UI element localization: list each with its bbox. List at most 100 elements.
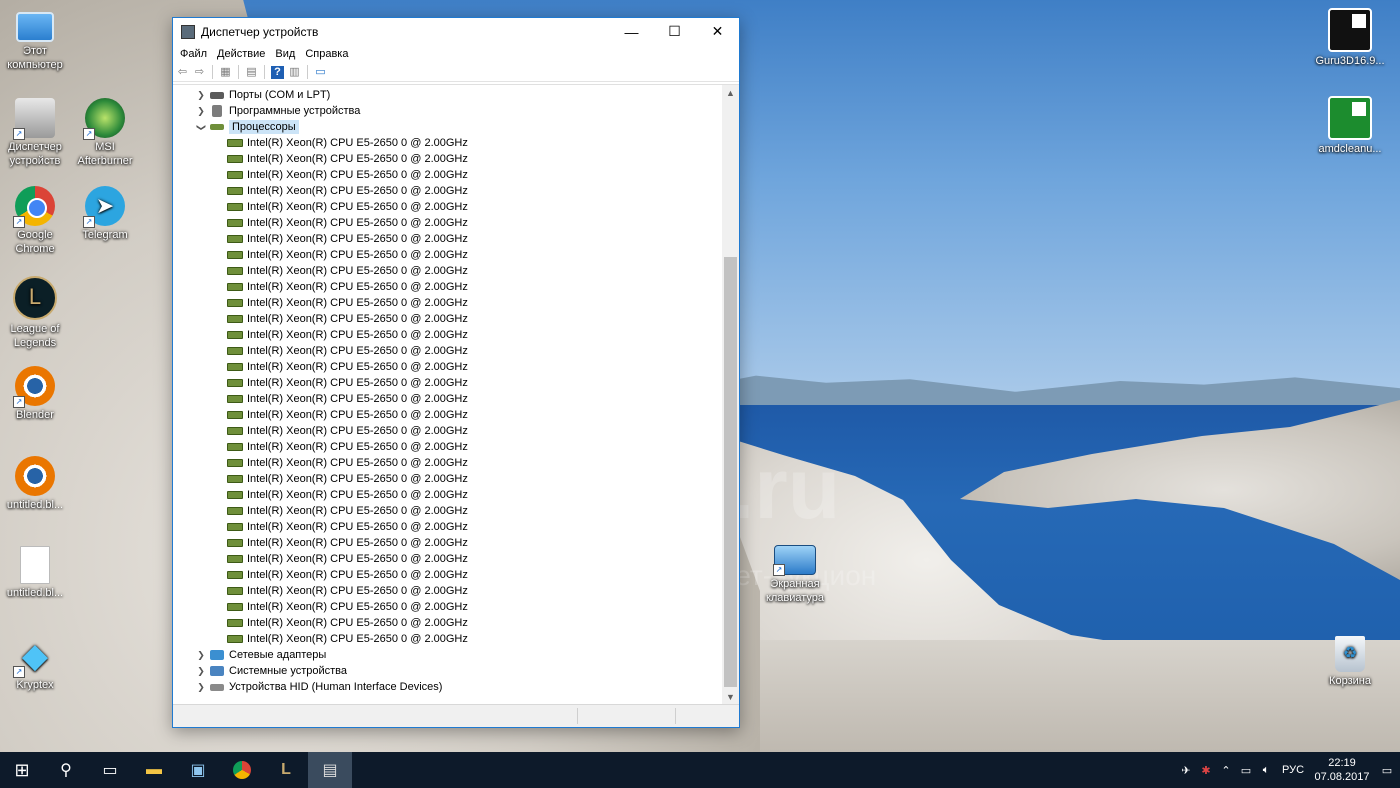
taskbar-file-explorer[interactable]: ▬ xyxy=(132,752,176,788)
scrollbar-thumb[interactable] xyxy=(724,257,737,687)
tree-item-processor[interactable]: Intel(R) Xeon(R) CPU E5-2650 0 @ 2.00GHz xyxy=(173,311,721,327)
tree-item-processor[interactable]: Intel(R) Xeon(R) CPU E5-2650 0 @ 2.00GHz xyxy=(173,487,721,503)
tree-item-processor[interactable]: Intel(R) Xeon(R) CPU E5-2650 0 @ 2.00GHz xyxy=(173,439,721,455)
close-button[interactable]: ✕ xyxy=(696,18,739,45)
desktop-icon-device-manager[interactable]: ↗ Диспетчер устройств xyxy=(0,98,70,168)
tree-item-processor[interactable]: Intel(R) Xeon(R) CPU E5-2650 0 @ 2.00GHz xyxy=(173,519,721,535)
tree-category-system-devices[interactable]: ❯ Системные устройства xyxy=(173,663,721,679)
tree-item-processor[interactable]: Intel(R) Xeon(R) CPU E5-2650 0 @ 2.00GHz xyxy=(173,583,721,599)
desktop-icon-blender-file[interactable]: untitled.bl... xyxy=(0,456,70,512)
tree-category-software-devices[interactable]: ❯ Программные устройства xyxy=(173,103,721,119)
desktop-icon-untitled-file[interactable]: untitled.bl... xyxy=(0,546,70,600)
tree-item-processor[interactable]: Intel(R) Xeon(R) CPU E5-2650 0 @ 2.00GHz xyxy=(173,375,721,391)
forward-arrow-icon[interactable]: ⇨ xyxy=(193,66,206,79)
tree-item-processor[interactable]: Intel(R) Xeon(R) CPU E5-2650 0 @ 2.00GHz xyxy=(173,183,721,199)
desktop-icon-league-of-legends[interactable]: L League of Legends xyxy=(0,276,70,350)
help-icon[interactable]: ? xyxy=(271,65,284,79)
tree-item-processor[interactable]: Intel(R) Xeon(R) CPU E5-2650 0 @ 2.00GHz xyxy=(173,263,721,279)
device-manager-window[interactable]: Диспетчер устройств — ☐ ✕ Файл Действие … xyxy=(172,17,740,728)
tree-item-processor[interactable]: Intel(R) Xeon(R) CPU E5-2650 0 @ 2.00GHz xyxy=(173,471,721,487)
desktop-icon-recycle-bin[interactable]: ♻ Корзина xyxy=(1315,636,1385,688)
shortcut-arrow-icon: ↗ xyxy=(83,128,95,140)
desktop-icon-amdcleanup[interactable]: amdcleanu... xyxy=(1315,96,1385,156)
start-button[interactable]: ⊞ xyxy=(0,752,44,788)
processor-icon xyxy=(227,219,243,227)
tree-category-hid[interactable]: ❯ Устройства HID (Human Interface Device… xyxy=(173,679,721,695)
tree-item-processor[interactable]: Intel(R) Xeon(R) CPU E5-2650 0 @ 2.00GHz xyxy=(173,279,721,295)
desktop-icon-guru3d[interactable]: Guru3D16.9... xyxy=(1315,8,1385,68)
search-button[interactable]: ⚲ xyxy=(44,752,88,788)
tree-item-processor[interactable]: Intel(R) Xeon(R) CPU E5-2650 0 @ 2.00GHz xyxy=(173,631,721,647)
chevron-right-icon[interactable]: ❯ xyxy=(195,682,207,693)
taskbar-device-manager[interactable]: ▤ xyxy=(308,752,352,788)
tree-item-processor[interactable]: Intel(R) Xeon(R) CPU E5-2650 0 @ 2.00GHz xyxy=(173,247,721,263)
tree-item-processor[interactable]: Intel(R) Xeon(R) CPU E5-2650 0 @ 2.00GHz xyxy=(173,391,721,407)
desktop-icon-kryptex[interactable]: ◆ ↗ Kryptex xyxy=(0,636,70,692)
scan-hardware-icon[interactable]: ▭ xyxy=(314,66,327,79)
input-language-indicator[interactable]: РУС xyxy=(1276,764,1310,776)
tree-item-processor[interactable]: Intel(R) Xeon(R) CPU E5-2650 0 @ 2.00GHz xyxy=(173,135,721,151)
processor-label: Intel(R) Xeon(R) CPU E5-2650 0 @ 2.00GHz xyxy=(247,553,468,565)
menu-action[interactable]: Действие xyxy=(212,45,270,63)
desktop-icon-label: Экранная клавиатура xyxy=(765,578,825,604)
tree-category-network-adapters[interactable]: ❯ Сетевые адаптеры xyxy=(173,647,721,663)
tree-item-processor[interactable]: Intel(R) Xeon(R) CPU E5-2650 0 @ 2.00GHz xyxy=(173,295,721,311)
desktop-icon-msi-afterburner[interactable]: ↗ MSI Afterburner xyxy=(70,98,140,168)
network-icon[interactable]: ▭ xyxy=(1236,764,1256,777)
airplane-icon[interactable]: ✈ xyxy=(1176,764,1196,777)
task-view-button[interactable]: ▭ xyxy=(88,752,132,788)
device-tree-pane[interactable]: ❯ Порты (COM и LPT) ❯ Программные устрой… xyxy=(173,84,739,705)
tree-item-processor[interactable]: Intel(R) Xeon(R) CPU E5-2650 0 @ 2.00GHz xyxy=(173,407,721,423)
title-bar[interactable]: Диспетчер устройств — ☐ ✕ xyxy=(173,18,739,45)
vertical-scrollbar[interactable]: ▲ ▼ xyxy=(722,85,739,705)
tree-category-ports[interactable]: ❯ Порты (COM и LPT) xyxy=(173,87,721,103)
show-hide-console-tree-icon[interactable]: ▦ xyxy=(219,66,232,79)
tree-item-processor[interactable]: Intel(R) Xeon(R) CPU E5-2650 0 @ 2.00GHz xyxy=(173,151,721,167)
desktop-icon-telegram[interactable]: ➤ ↗ Telegram xyxy=(70,186,140,242)
back-arrow-icon[interactable]: ⇦ xyxy=(176,66,189,79)
properties-icon[interactable]: ▤ xyxy=(245,66,258,79)
notifications-icon[interactable]: ▭ xyxy=(1374,764,1400,777)
chevron-right-icon[interactable]: ❯ xyxy=(195,106,207,117)
chevron-down-icon[interactable]: ❯ xyxy=(196,121,207,133)
volume-icon[interactable]: 🔈︎ xyxy=(1256,764,1276,777)
taskbar-chrome[interactable] xyxy=(220,752,264,788)
desktop-icon-blender[interactable]: ↗ Blender xyxy=(0,366,70,422)
taskbar-network-app[interactable]: ▣ xyxy=(176,752,220,788)
tree-item-processor[interactable]: Intel(R) Xeon(R) CPU E5-2650 0 @ 2.00GHz xyxy=(173,551,721,567)
tree-item-processor[interactable]: Intel(R) Xeon(R) CPU E5-2650 0 @ 2.00GHz xyxy=(173,423,721,439)
list-view-icon[interactable]: ▥ xyxy=(288,66,301,79)
menu-file[interactable]: Файл xyxy=(175,45,212,63)
tree-item-processor[interactable]: Intel(R) Xeon(R) CPU E5-2650 0 @ 2.00GHz xyxy=(173,567,721,583)
tree-item-processor[interactable]: Intel(R) Xeon(R) CPU E5-2650 0 @ 2.00GHz xyxy=(173,359,721,375)
clock[interactable]: 22:19 07.08.2017 xyxy=(1310,756,1374,784)
show-hidden-icons-icon[interactable]: ⌃ xyxy=(1216,764,1236,777)
tree-item-processor[interactable]: Intel(R) Xeon(R) CPU E5-2650 0 @ 2.00GHz xyxy=(173,231,721,247)
minimize-button[interactable]: — xyxy=(610,18,653,45)
desktop-icon-chrome[interactable]: ↗ Google Chrome xyxy=(0,186,70,256)
tree-item-processor[interactable]: Intel(R) Xeon(R) CPU E5-2650 0 @ 2.00GHz xyxy=(173,455,721,471)
scroll-down-arrow-icon[interactable]: ▼ xyxy=(722,689,739,705)
taskbar-league-of-legends[interactable]: L xyxy=(264,752,308,788)
tree-category-processors[interactable]: ❯ Процессоры xyxy=(173,119,721,135)
tree-item-processor[interactable]: Intel(R) Xeon(R) CPU E5-2650 0 @ 2.00GHz xyxy=(173,535,721,551)
chevron-right-icon[interactable]: ❯ xyxy=(195,90,207,101)
menu-view[interactable]: Вид xyxy=(270,45,300,63)
tree-item-processor[interactable]: Intel(R) Xeon(R) CPU E5-2650 0 @ 2.00GHz xyxy=(173,599,721,615)
tree-item-processor[interactable]: Intel(R) Xeon(R) CPU E5-2650 0 @ 2.00GHz xyxy=(173,215,721,231)
tree-item-processor[interactable]: Intel(R) Xeon(R) CPU E5-2650 0 @ 2.00GHz xyxy=(173,167,721,183)
app-tray-icon[interactable]: ✱ xyxy=(1196,764,1216,777)
desktop-icon-this-pc[interactable]: Этот компьютер xyxy=(0,8,70,72)
desktop-icon-on-screen-keyboard[interactable]: ↗ Экранная клавиатура xyxy=(760,545,830,605)
processor-icon xyxy=(227,139,243,147)
chevron-right-icon[interactable]: ❯ xyxy=(195,666,207,677)
tree-item-processor[interactable]: Intel(R) Xeon(R) CPU E5-2650 0 @ 2.00GHz xyxy=(173,327,721,343)
scroll-up-arrow-icon[interactable]: ▲ xyxy=(722,85,739,101)
tree-item-processor[interactable]: Intel(R) Xeon(R) CPU E5-2650 0 @ 2.00GHz xyxy=(173,343,721,359)
chevron-right-icon[interactable]: ❯ xyxy=(195,650,207,661)
tree-item-processor[interactable]: Intel(R) Xeon(R) CPU E5-2650 0 @ 2.00GHz xyxy=(173,615,721,631)
tree-item-processor[interactable]: Intel(R) Xeon(R) CPU E5-2650 0 @ 2.00GHz xyxy=(173,199,721,215)
menu-help[interactable]: Справка xyxy=(300,45,353,63)
maximize-button[interactable]: ☐ xyxy=(653,18,696,45)
tree-item-processor[interactable]: Intel(R) Xeon(R) CPU E5-2650 0 @ 2.00GHz xyxy=(173,503,721,519)
